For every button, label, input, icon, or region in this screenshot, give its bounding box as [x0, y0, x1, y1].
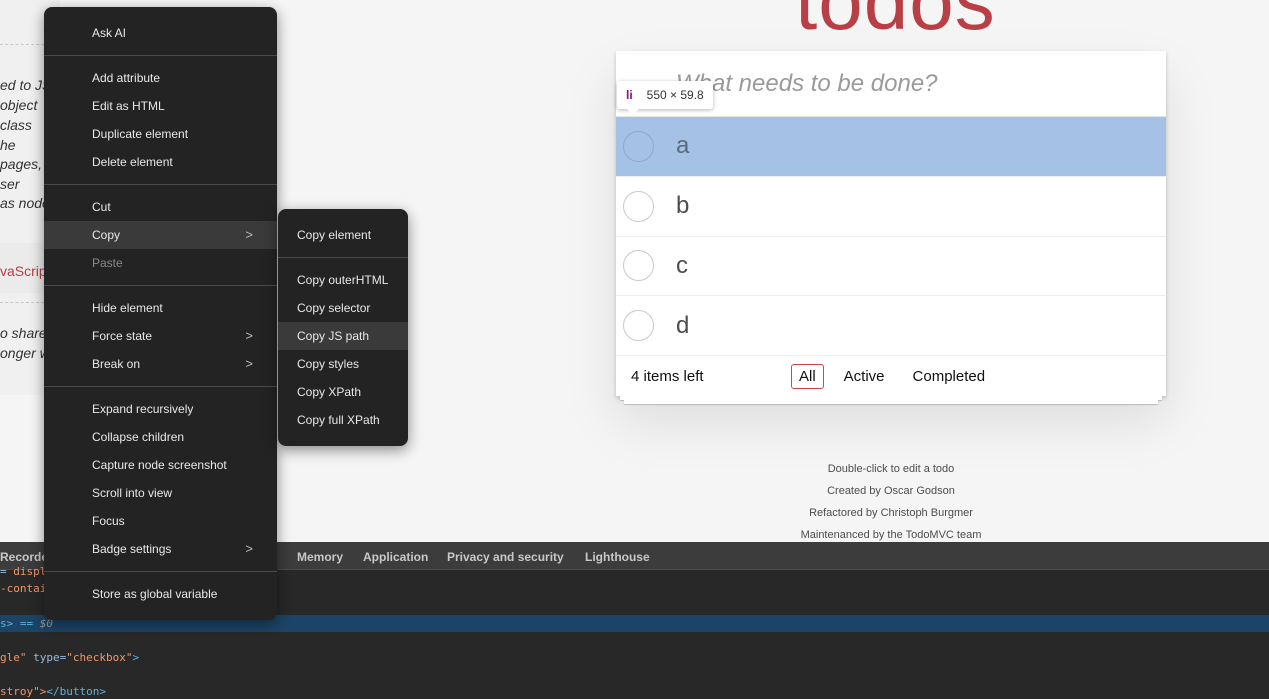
menu-separator: [44, 571, 277, 572]
menu-item-paste: Paste: [92, 256, 123, 270]
todo-item[interactable]: a: [616, 117, 1166, 177]
menu-separator: [44, 386, 277, 387]
menu-item-label: Copy: [92, 228, 121, 242]
chevron-right-icon: >: [245, 227, 253, 242]
toggle-checkbox[interactable]: [623, 250, 654, 282]
menu-item-add-attribute[interactable]: Add attribute: [44, 64, 277, 92]
app-title: todos: [795, 0, 996, 46]
menu-item-duplicate-element[interactable]: Duplicate element: [44, 120, 277, 148]
code-token: "checkbox": [66, 651, 133, 664]
docs-link[interactable]: vaScrip: [0, 263, 47, 279]
todo-label: a: [676, 132, 690, 160]
menu-separator: [44, 55, 277, 56]
menu-item-copy[interactable]: Copy >: [44, 221, 277, 249]
toggle-checkbox[interactable]: [623, 190, 654, 222]
menu-item-scroll-into-view[interactable]: Scroll into view: [44, 479, 277, 507]
docs-text: ser: [0, 176, 20, 192]
todo-footer: 4 items left All Active Completed: [616, 356, 1166, 405]
menu-item-copy-xpath[interactable]: Copy XPath: [278, 378, 408, 406]
code-token: </button>: [46, 685, 106, 698]
chevron-right-icon: >: [245, 328, 253, 343]
todo-item[interactable]: b: [616, 177, 1166, 237]
menu-item-force-state[interactable]: Force state >: [44, 322, 277, 350]
menu-separator: [44, 184, 277, 185]
menu-item-copy-js-path[interactable]: Copy JS path: [278, 322, 408, 350]
menu-item-ask-ai[interactable]: Ask AI: [44, 19, 277, 47]
filter-active[interactable]: Active: [836, 364, 893, 389]
docs-text: pages,: [0, 156, 43, 172]
docs-text: o share,: [0, 325, 51, 341]
info-line: Created by Oscar Godson: [827, 485, 955, 497]
menu-item-break-on[interactable]: Break on >: [44, 350, 277, 378]
dom-line[interactable]: stroy"></button>: [0, 683, 106, 699]
menu-item-copy-full-xpath[interactable]: Copy full XPath: [278, 406, 408, 434]
docs-text: object: [0, 97, 38, 113]
copy-submenu: Copy element Copy outerHTML Copy selecto…: [278, 209, 408, 446]
dom-line[interactable]: -contai: [0, 580, 46, 597]
code-token: -contai: [0, 582, 47, 595]
filters: All Active Completed: [791, 363, 994, 389]
docs-text: class: [0, 117, 32, 133]
menu-item-capture-node-screenshot[interactable]: Capture node screenshot: [44, 451, 277, 479]
menu-separator: [278, 257, 408, 258]
tab-lighthouse[interactable]: Lighthouse: [585, 550, 650, 564]
menu-item-expand-recursively[interactable]: Expand recursively: [44, 395, 277, 423]
todo-label: d: [676, 311, 690, 339]
todo-item[interactable]: d: [616, 296, 1166, 357]
menu-item-label: Break on: [92, 357, 141, 371]
menu-item-copy-styles[interactable]: Copy styles: [278, 350, 408, 378]
chevron-right-icon: >: [245, 541, 253, 556]
menu-item-copy-element[interactable]: Copy element: [278, 221, 408, 249]
menu-item-cut[interactable]: Cut: [44, 193, 277, 221]
items-left-count: 4 items left: [631, 367, 704, 385]
todo-label: b: [676, 192, 690, 220]
info-line: Refactored by Christoph Burgmer: [809, 507, 973, 519]
docs-text: he: [0, 137, 16, 153]
info-line: Double-click to edit a todo: [827, 463, 955, 475]
todo-label: c: [676, 251, 688, 279]
chevron-right-icon: >: [245, 356, 253, 371]
menu-item-collapse-children[interactable]: Collapse children: [44, 423, 277, 451]
tab-privacy-security[interactable]: Privacy and security: [447, 550, 564, 564]
code-token: stroy">: [0, 685, 47, 698]
element-tag: li: [626, 88, 633, 102]
code-token: type=: [26, 651, 67, 664]
menu-item-label: Badge settings: [92, 542, 172, 556]
toggle-checkbox[interactable]: [623, 310, 654, 342]
dom-line[interactable]: gle" type="checkbox">: [0, 649, 139, 666]
code-token: =: [0, 565, 14, 578]
menu-item-delete-element[interactable]: Delete element: [44, 148, 277, 176]
menu-item-badge-settings[interactable]: Badge settings >: [44, 535, 277, 563]
tab-application[interactable]: Application: [363, 550, 428, 564]
dom-line[interactable]: = displ: [0, 563, 46, 580]
code-token: s> ==: [0, 617, 40, 630]
tooltip-arrow: [627, 109, 639, 115]
docs-text: onger w: [0, 345, 50, 361]
dom-line[interactable]: s> == $0: [0, 615, 53, 632]
menu-item-copy-outerhtml[interactable]: Copy outerHTML: [278, 266, 408, 294]
element-dimensions: 550 × 59.8: [646, 88, 704, 102]
info-footer: Double-click to edit a todo Created by O…: [616, 458, 1166, 542]
menu-item-edit-as-html[interactable]: Edit as HTML: [44, 92, 277, 120]
menu-item-store-as-global-variable[interactable]: Store as global variable: [44, 580, 277, 608]
todo-item[interactable]: c: [616, 237, 1166, 297]
toggle-checkbox[interactable]: [623, 130, 654, 162]
menu-item-label: Force state: [92, 329, 153, 343]
code-token: >: [132, 651, 140, 664]
tab-memory[interactable]: Memory: [297, 550, 343, 564]
stack-shadow: [624, 400, 1158, 405]
filter-all[interactable]: All: [791, 363, 824, 389]
menu-item-hide-element[interactable]: Hide element: [44, 294, 277, 322]
code-token: gle": [0, 651, 27, 664]
docs-text: as node: [0, 195, 50, 211]
menu-item-focus[interactable]: Focus: [44, 507, 277, 535]
code-token: displ: [13, 565, 47, 578]
menu-item-copy-selector[interactable]: Copy selector: [278, 294, 408, 322]
filter-completed[interactable]: Completed: [905, 364, 994, 389]
menu-separator: [44, 285, 277, 286]
inspect-tooltip: li 550 × 59.8: [617, 81, 713, 115]
info-line: Maintenanced by the TodoMVC team: [800, 529, 982, 541]
context-menu: Ask AI Add attribute Edit as HTML Duplic…: [44, 7, 277, 620]
